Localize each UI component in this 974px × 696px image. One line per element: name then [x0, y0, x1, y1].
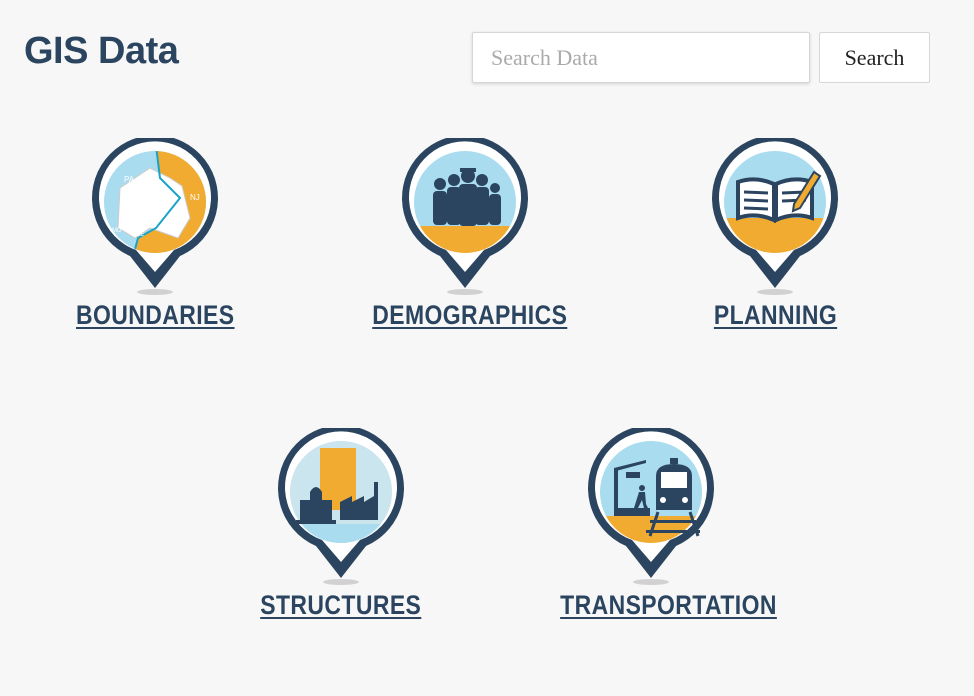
category-transportation[interactable]: TRANSPORTATION	[541, 428, 776, 621]
buildings-icon	[278, 428, 404, 585]
category-boundaries[interactable]: PA NJ MD DE BOUNDARIES	[45, 138, 265, 331]
category-label: BOUNDARIES	[75, 300, 235, 330]
book-pencil-icon	[712, 138, 838, 295]
map-label: MD	[112, 228, 122, 234]
category-planning[interactable]: PLANNING	[665, 138, 885, 331]
category-label: STRUCTURES	[260, 590, 422, 620]
map-label: PA	[124, 175, 135, 184]
page-title: GIS Data	[24, 30, 179, 72]
category-label: PLANNING	[713, 300, 837, 330]
map-label: DE	[136, 232, 144, 238]
category-demographics[interactable]: DEMOGRAPHICS	[355, 138, 575, 331]
map-boundaries-icon: PA NJ MD DE	[92, 138, 218, 295]
search-button[interactable]: Search	[819, 32, 930, 83]
people-icon	[402, 138, 528, 295]
category-structures[interactable]: STRUCTURES	[231, 428, 451, 621]
search-input[interactable]	[472, 32, 810, 83]
map-label: NJ	[190, 193, 200, 202]
category-label: DEMOGRAPHICS	[372, 300, 568, 330]
category-label: TRANSPORTATION	[560, 590, 777, 620]
train-icon	[588, 428, 714, 585]
